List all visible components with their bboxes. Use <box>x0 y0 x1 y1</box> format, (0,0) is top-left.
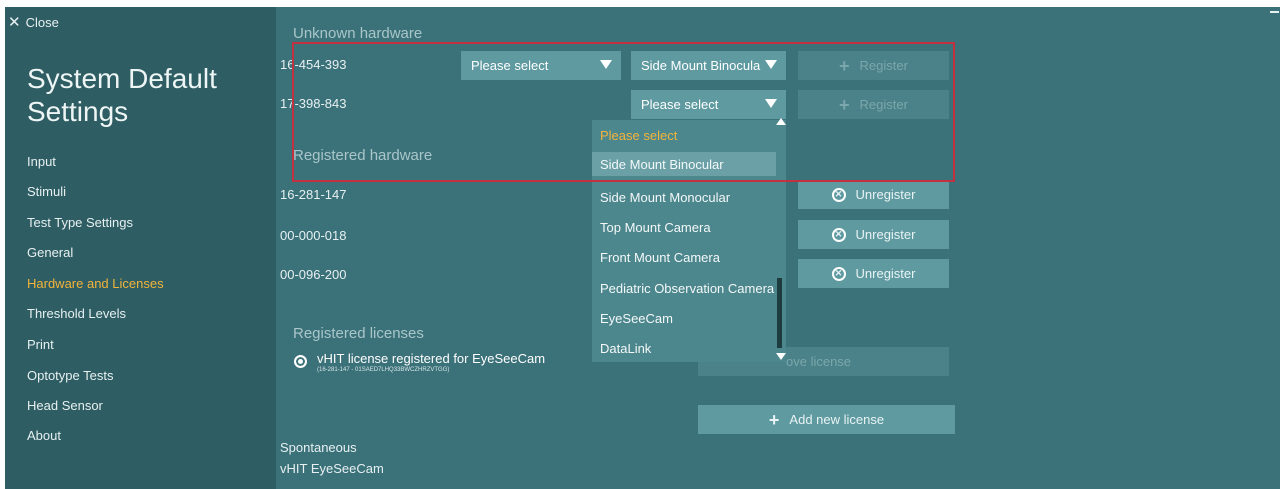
close-label: Close <box>25 15 59 30</box>
footer-line-2: vHIT EyeSeeCam <box>280 461 384 476</box>
sidebar-item-stimuli[interactable]: Stimuli <box>27 184 66 199</box>
unknown-serial-2: 17-398-843 <box>280 96 347 111</box>
license-name: vHIT license registered for EyeSeeCam <box>317 351 546 366</box>
sidebar-item-optotype-tests[interactable]: Optotype Tests <box>27 368 113 383</box>
registered-serial-1: 16-281-147 <box>280 187 347 202</box>
unregister-button-3[interactable]: ✕ Unregister <box>798 259 949 288</box>
add-license-label: Add new license <box>789 412 885 427</box>
scroll-up-icon[interactable] <box>776 118 786 125</box>
license-radio[interactable] <box>294 355 307 368</box>
registered-licenses-heading: Registered licenses <box>293 325 424 342</box>
plus-icon: + <box>839 94 850 115</box>
close-circle-icon: ✕ <box>831 187 846 202</box>
sidebar-item-input[interactable]: Input <box>27 154 56 169</box>
dropdown-item[interactable]: DataLink <box>592 336 776 360</box>
hardware-type-select-1[interactable]: Please select <box>461 51 621 80</box>
dropdown-item[interactable]: Side Mount Monocular <box>592 185 776 209</box>
dropdown-item[interactable]: Pediatric Observation Camera <box>592 276 776 300</box>
close-circle-icon: ✕ <box>831 227 846 242</box>
register-label: Register <box>859 58 908 73</box>
unregister-button-1[interactable]: ✕ Unregister <box>798 180 949 209</box>
sidebar-item-head-sensor[interactable]: Head Sensor <box>27 398 103 413</box>
select-value: Please select <box>641 97 719 112</box>
sidebar-item-print[interactable]: Print <box>27 337 54 352</box>
select-value: Please select <box>471 58 549 73</box>
sidebar-item-test-type-settings[interactable]: Test Type Settings <box>27 215 133 230</box>
mount-type-select-2[interactable]: Please select <box>631 90 786 119</box>
registered-hardware-heading: Registered hardware <box>293 147 433 164</box>
register-button-1[interactable]: + Register <box>798 51 949 80</box>
registered-serial-2: 00-000-018 <box>280 228 347 243</box>
dropdown-item[interactable]: Front Mount Camera <box>592 245 776 269</box>
unregister-label: Unregister <box>855 187 916 202</box>
register-label: Register <box>859 97 908 112</box>
unregister-button-2[interactable]: ✕ Unregister <box>798 220 949 249</box>
footer-line-1: Spontaneous <box>280 440 357 455</box>
unregister-label: Unregister <box>855 227 916 242</box>
license-key: (16-281-147 - 01SAED7LHQ33BWCZHRZVTGG) <box>317 367 450 373</box>
registered-serial-3: 00-096-200 <box>280 267 347 282</box>
mount-type-select-1[interactable]: Side Mount Binocula <box>631 51 786 80</box>
close-circle-icon: ✕ <box>831 266 846 281</box>
chevron-down-icon <box>765 60 777 69</box>
scroll-down-icon[interactable] <box>776 353 786 360</box>
close-button[interactable]: ✕ Close <box>8 15 59 30</box>
sidebar-item-threshold-levels[interactable]: Threshold Levels <box>27 306 126 321</box>
dropdown-item[interactable]: Side Mount Binocular <box>592 152 776 176</box>
plus-icon: + <box>768 409 780 430</box>
unknown-serial-1: 16-454-393 <box>280 57 347 72</box>
add-new-license-button[interactable]: + Add new license <box>698 405 955 434</box>
sidebar-item-hardware-and-licenses[interactable]: Hardware and Licenses <box>27 276 164 291</box>
scrollbar-thumb[interactable] <box>777 278 782 348</box>
dropdown-item[interactable]: Top Mount Camera <box>592 215 776 239</box>
unknown-hardware-heading: Unknown hardware <box>293 25 423 42</box>
page-title: System Default Settings <box>27 63 217 127</box>
chevron-down-icon <box>600 60 612 69</box>
unregister-label: Unregister <box>855 266 916 281</box>
dropdown-item[interactable]: EyeSeeCam <box>592 306 776 330</box>
plus-icon: + <box>839 55 850 76</box>
sidebar-item-general[interactable]: General <box>27 245 73 260</box>
register-button-2[interactable]: + Register <box>798 90 949 119</box>
remove-license-label: ove license <box>786 354 852 369</box>
select-value: Side Mount Binocula <box>641 58 761 73</box>
sidebar: ✕ Close System Default Settings Input St… <box>5 7 276 489</box>
close-icon: ✕ <box>8 14 21 31</box>
chevron-down-icon <box>765 99 777 108</box>
sidebar-item-about[interactable]: About <box>27 428 61 443</box>
mount-type-dropdown-list[interactable]: Please select Side Mount Binocular Side … <box>592 120 786 362</box>
minimize-icon[interactable] <box>1270 11 1279 13</box>
dropdown-item[interactable]: Please select <box>592 123 776 147</box>
